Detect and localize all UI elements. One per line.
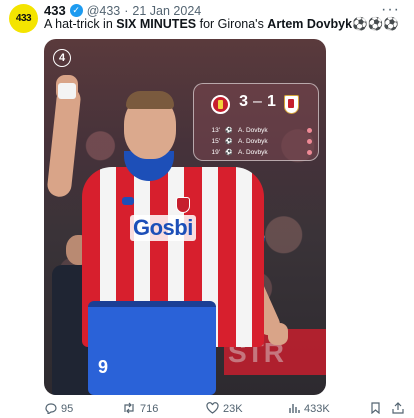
goal-scorer: A. Dovbyk <box>238 149 268 156</box>
shirt-sponsor: Gosbi <box>130 215 196 241</box>
like-button[interactable]: 23K <box>206 401 243 417</box>
goal-row: 19' ⚽ A. Dovbyk <box>204 147 312 158</box>
tweet-text-bold: SIX MINUTES <box>116 17 197 31</box>
tweet-media-image[interactable]: STR 9 Gosbi 4 3–1 13' ⚽ A. Dovbyk 15' ⚽ … <box>44 39 326 395</box>
club-crest-icon <box>176 197 190 213</box>
kit-logo-icon <box>122 197 134 205</box>
football-emoji: ⚽⚽⚽ <box>352 17 399 31</box>
media-badge: 4 <box>53 49 71 67</box>
goal-scorer: A. Dovbyk <box>238 138 268 145</box>
bookmark-button[interactable] <box>370 401 381 417</box>
home-goal-dot <box>307 150 312 155</box>
football-icon: ⚽ <box>225 150 233 156</box>
goal-minute: 13' <box>211 127 220 134</box>
football-icon: ⚽ <box>225 139 233 145</box>
away-score: 1 <box>266 93 277 110</box>
bookmark-icon <box>370 401 381 417</box>
heart-icon <box>206 401 219 417</box>
goal-minute: 15' <box>211 138 220 145</box>
goal-row: 13' ⚽ A. Dovbyk <box>204 125 312 136</box>
wrist-tape <box>58 83 76 99</box>
analytics-icon <box>288 402 300 417</box>
view-count: 433K <box>304 403 330 415</box>
like-count: 23K <box>223 403 243 415</box>
goal-scorer: A. Dovbyk <box>238 127 268 134</box>
retweet-icon <box>122 402 136 417</box>
hair <box>126 91 174 109</box>
share-icon <box>392 401 404 417</box>
tweet-text-part: for Girona's <box>196 17 268 31</box>
home-goal-dot <box>307 139 312 144</box>
avatar[interactable]: 433 <box>9 4 38 33</box>
tweet-text: A hat-trick in SIX MINUTES for Girona's … <box>44 16 399 32</box>
sevilla-crest-icon <box>284 95 299 114</box>
tweet-text-part: A hat-trick in <box>44 17 117 31</box>
football-icon: ⚽ <box>225 128 233 134</box>
score-dash: – <box>253 93 263 110</box>
tweet-text-bold: Artem Dovbyk <box>267 17 353 31</box>
avatar-text: 433 <box>15 13 32 24</box>
tweet-actions: 95 716 23K 433K <box>44 400 404 418</box>
goal-row: 15' ⚽ A. Dovbyk <box>204 136 312 147</box>
views-button[interactable]: 433K <box>288 402 330 417</box>
score: 3–1 <box>234 93 282 111</box>
share-button[interactable] <box>392 401 404 417</box>
goal-list: 13' ⚽ A. Dovbyk 15' ⚽ A. Dovbyk 19' ⚽ A.… <box>204 125 312 158</box>
reply-count: 95 <box>61 403 74 415</box>
shirt-number: 9 <box>98 357 109 377</box>
scorecard: 3–1 13' ⚽ A. Dovbyk 15' ⚽ A. Dovbyk 19' … <box>193 83 319 161</box>
hand <box>268 323 288 345</box>
reply-button[interactable]: 95 <box>44 402 73 417</box>
shorts <box>88 301 216 395</box>
reply-icon <box>44 402 57 417</box>
goal-minute: 19' <box>211 149 220 156</box>
girona-crest-icon <box>211 95 230 114</box>
retweet-count: 716 <box>140 403 159 415</box>
home-score: 3 <box>239 93 250 110</box>
home-goal-dot <box>307 128 312 133</box>
retweet-button[interactable]: 716 <box>122 402 158 417</box>
